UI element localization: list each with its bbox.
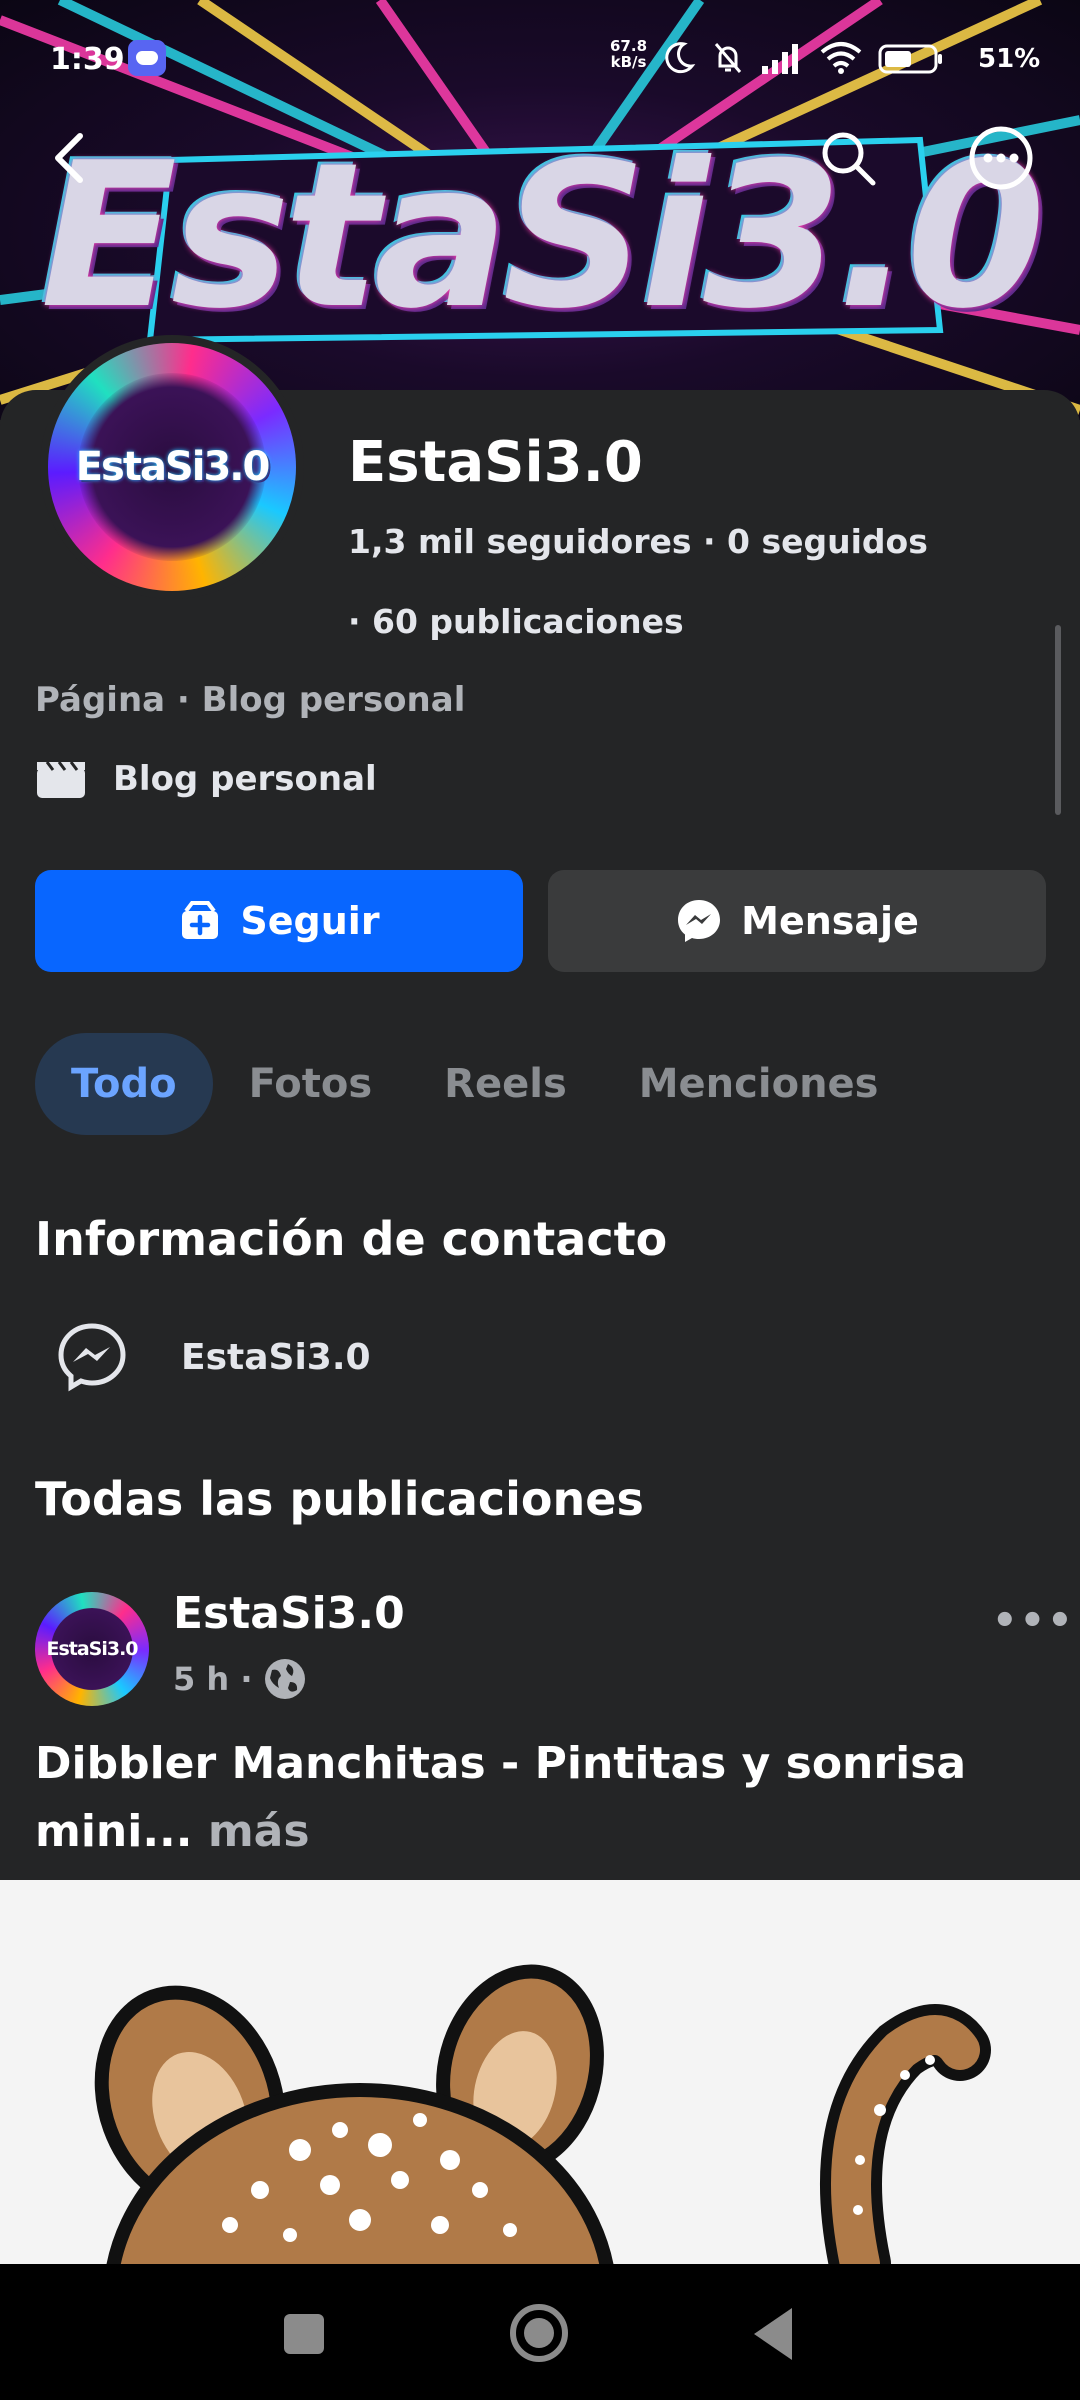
followers-stats[interactable]: 1,3 mil seguidores · 0 seguidos [348,522,928,561]
all-posts-title: Todas las publicaciones [35,1472,644,1526]
avatar-art: EstaSi3.0 [48,343,296,591]
moon-icon [665,42,696,74]
post-illustration [94,1964,991,2264]
network-speed-unit: kB/s [610,53,647,71]
avatar-logo-text: EstaSi3.0 [75,444,271,490]
post-author-name[interactable]: EstaSi3.0 [173,1588,405,1639]
post-time: 5 h · [173,1660,253,1698]
more-horizontal-icon [969,126,1033,190]
more-options-button[interactable] [968,125,1034,191]
post-options-button[interactable]: ••• [992,1598,1075,1644]
bell-muted-icon [714,43,742,73]
messenger-contact-row[interactable]: EstaSi3.0 [55,1320,371,1394]
see-more-link[interactable]: más [208,1806,310,1857]
blog-category-row: Blog personal [35,758,377,800]
tab-fotos[interactable]: Fotos [213,1033,409,1135]
scrollbar[interactable] [1055,625,1061,815]
message-label: Mensaje [741,899,919,943]
battery-percent: 51% [978,44,1041,74]
chevron-left-icon [55,133,83,183]
page-name: EstaSi3.0 [348,430,643,495]
network-speed: 67.8 kB/s [610,38,647,70]
wifi-icon [820,42,862,74]
messenger-contact-name: EstaSi3.0 [181,1336,371,1378]
profile-avatar[interactable]: EstaSi3.0 [40,335,304,599]
post-author-avatar[interactable]: EstaSi3.0 [35,1592,149,1706]
back-button[interactable] [36,125,102,191]
messenger-icon [678,900,721,942]
message-button[interactable]: Mensaje [548,870,1046,972]
search-icon [822,132,876,186]
follow-icon [182,901,219,939]
system-back-button[interactable] [754,2308,792,2360]
tab-todo[interactable]: Todo [35,1033,213,1135]
post-body: Dibbler Manchitas - Pintitas y sonrisa m… [35,1738,967,1857]
follow-button[interactable]: Seguir [35,870,523,972]
network-speed-value: 67.8 [610,37,648,55]
search-button[interactable] [815,125,881,191]
contact-info-title: Información de contacto [35,1212,668,1266]
posts-count: · 60 publicaciones [348,602,684,641]
signal-icon [762,44,798,74]
system-navigation-bar [0,2264,1080,2400]
status-bar: 1:39 67.8 kB/s 51% [0,0,1080,120]
status-icons [660,36,944,80]
blog-category-label: Blog personal [113,759,377,799]
post-image[interactable] [0,1880,1080,2264]
cover-title: EstaSi3.0 [40,120,1045,353]
post-avatar-logo-text: EstaSi3.0 [46,1638,138,1660]
post-meta: 5 h · [173,1656,308,1702]
post-text[interactable]: Dibbler Manchitas - Pintitas y sonrisa m… [35,1730,1045,1866]
globe-icon [265,1659,306,1699]
profile-tabs: Todo Fotos Reels Menciones [35,1033,914,1135]
messenger-outline-icon [58,1323,126,1392]
status-time: 1:39 [50,42,125,77]
battery-icon [878,44,942,74]
tab-reels[interactable]: Reels [408,1033,603,1135]
follow-label: Seguir [240,899,380,943]
recent-apps-button[interactable] [284,2314,324,2354]
page-category: Página · Blog personal [35,680,466,720]
home-button[interactable] [510,2304,568,2362]
clapperboard-icon [37,761,85,798]
tab-menciones[interactable]: Menciones [603,1033,915,1135]
discord-notification-icon [128,40,166,76]
